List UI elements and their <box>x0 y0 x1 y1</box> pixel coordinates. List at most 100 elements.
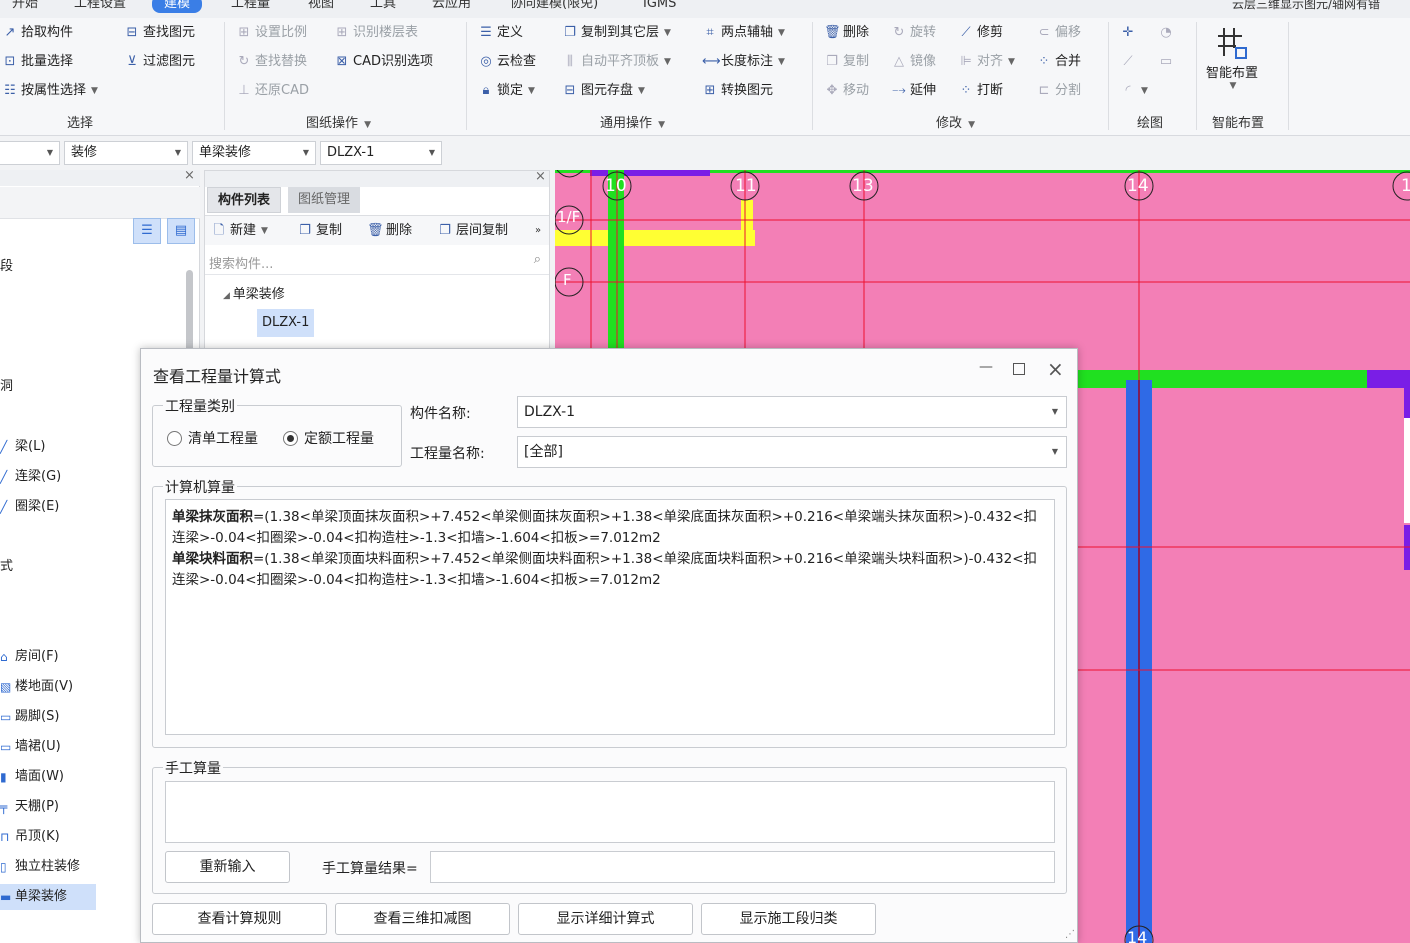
define-button[interactable]: ☰ 定义 <box>478 21 523 45</box>
new-component-button[interactable]: 🗋︎ 新建 ▼ <box>211 219 268 243</box>
select-by-attr-button[interactable]: ☷ 按属性选择 ▼ <box>2 79 98 103</box>
nav-partial-1[interactable]: 段 <box>0 254 140 280</box>
menu-project-settings[interactable]: 工程设置 <box>74 0 126 13</box>
batch-select-button[interactable]: ⊡ 批量选择 <box>2 50 73 74</box>
batch-select-icon: ⊡ <box>4 54 16 69</box>
cad-options-button[interactable]: ⊠ CAD识别选项 <box>334 50 433 74</box>
tree-node-selected[interactable]: DLZX-1 <box>257 309 315 337</box>
group-label-modify[interactable]: 修改 ▼ <box>936 112 975 131</box>
nav-item-skirting[interactable]: ▭ 踢脚(S) <box>0 704 140 730</box>
set-scale-button[interactable]: ⊞ 设置比例 <box>236 21 307 45</box>
menu-tools[interactable]: 工具 <box>370 0 396 13</box>
move-button[interactable]: ✥ 移动 <box>824 79 869 103</box>
show-detailed-formula-button[interactable]: 显示详细计算式 <box>518 903 693 935</box>
rect-draw-button[interactable]: ▭ <box>1158 50 1174 74</box>
search-box[interactable]: 搜索构件... ⌕ <box>205 249 549 275</box>
delete-button[interactable]: 🗑︎ 删除 <box>824 21 869 45</box>
arc-draw-button[interactable]: ◜ ▼ <box>1120 79 1147 103</box>
category-select[interactable]: 装修 ▼ <box>64 141 188 165</box>
merge-button[interactable]: ⁘ 合并 <box>1036 50 1081 74</box>
component-name-select[interactable]: DLZX-1 ▼ <box>517 396 1067 428</box>
more-icon[interactable]: » <box>535 225 541 236</box>
filter-element-button[interactable]: ⊻ 过滤图元 <box>124 50 195 74</box>
type-select[interactable]: 单梁装修 ▼ <box>192 141 316 165</box>
menu-modeling[interactable]: 建模 <box>152 0 203 13</box>
auto-align-slab-button[interactable]: ⫼ 自动平齐顶板 ▼ <box>562 50 671 74</box>
nav-item-suspended-ceiling[interactable]: ⊓ 吊顶(K) <box>0 824 140 850</box>
close-icon[interactable]: × <box>1047 357 1064 381</box>
align-button[interactable]: ⊫ 对齐 ▼ <box>958 50 1015 74</box>
show-construction-section-button[interactable]: 显示施工段归类 <box>701 903 876 935</box>
two-point-axis-button[interactable]: ⌗ 两点辅轴 ▼ <box>702 21 785 45</box>
detail-view-icon[interactable]: ▤ <box>167 218 195 244</box>
minimize-icon[interactable]: — <box>979 359 993 375</box>
find-element-button[interactable]: ⊟ 查找图元 <box>124 21 195 45</box>
identify-floor-table-button[interactable]: ⊞ 识别楼层表 <box>334 21 418 45</box>
manual-result-field[interactable] <box>430 851 1055 883</box>
rotate-icon: ↻ <box>893 25 905 40</box>
point-draw-button[interactable]: ✛ <box>1120 21 1136 45</box>
tab-component-list[interactable]: 构件列表 <box>207 187 282 213</box>
tab-drawing-management[interactable]: 图纸管理 <box>288 187 361 213</box>
copy-between-floors-button[interactable]: ❐ 层间复制 <box>437 219 508 243</box>
copy-to-layer-button[interactable]: ❐ 复制到其它层 ▼ <box>562 21 671 45</box>
copy-component-button[interactable]: ❐ 复制 <box>297 219 342 243</box>
menu-collab[interactable]: 协同建模(限免) <box>510 0 598 13</box>
radio-bill-qty[interactable]: 清单工程量 <box>167 428 258 448</box>
nav-item-column-finish[interactable]: ▯ 独立柱装修 <box>0 854 140 880</box>
offset-button[interactable]: ⊂ 偏移 <box>1036 21 1081 45</box>
nav-item-ceiling[interactable]: ╤ 天棚(P) <box>0 794 140 820</box>
floor-select[interactable]: ▼ <box>0 141 60 165</box>
nav-item-dado[interactable]: ▭ 墙裙(U) <box>0 734 140 760</box>
menu-cloud[interactable]: 云应用 <box>432 0 471 13</box>
trim-button[interactable]: ⟋ 修剪 <box>958 21 1003 45</box>
nav-item-ring-beam[interactable]: ╱ 圈梁(E) <box>0 494 140 520</box>
reinput-button[interactable]: 重新输入 <box>165 851 290 883</box>
circle-draw-button[interactable]: ◔ <box>1158 21 1174 45</box>
menu-quantity[interactable]: 工程量 <box>231 0 270 13</box>
nav-partial-2[interactable]: 洞 <box>0 374 140 400</box>
extend-button[interactable]: ⤍ 延伸 <box>891 79 936 103</box>
formula-text-area[interactable]: 单梁抹灰面积=(1.38<单梁顶面抹灰面积>+7.452<单梁侧面抹灰面积>+1… <box>165 499 1055 735</box>
view-calc-rules-button[interactable]: 查看计算规则 <box>152 903 327 935</box>
delete-component-button[interactable]: 🗑︎ 删除 <box>367 219 412 243</box>
length-dimension-button[interactable]: ⟷ 长度标注 ▼ <box>702 50 785 74</box>
lock-button[interactable]: 🔒︎ 锁定 ▼ <box>478 79 535 103</box>
line-draw-button[interactable]: ⟋ <box>1120 50 1136 74</box>
copy-button[interactable]: ❐ 复制 <box>824 50 869 74</box>
convert-element-button[interactable]: ⊞ 转换图元 <box>702 79 773 103</box>
list-view-icon[interactable]: ☰ <box>133 218 161 244</box>
tree-node-parent[interactable]: ◢ 单梁装修 <box>223 283 285 302</box>
radio-quota-qty[interactable]: 定额工程量 <box>283 428 374 448</box>
component-select[interactable]: DLZX-1 ▼ <box>320 141 442 165</box>
split-button[interactable]: ⊏ 分割 <box>1036 79 1081 103</box>
nav-item-single-beam-finish[interactable]: ▬ 单梁装修 <box>0 884 96 910</box>
nav-item-room[interactable]: ⌂ 房间(F) <box>0 644 140 670</box>
nav-partial-3[interactable]: 式 <box>0 554 140 580</box>
close-icon[interactable]: × <box>535 169 546 184</box>
smart-layout-button[interactable]: 智能布置 ▼ <box>1200 22 1264 102</box>
menu-view[interactable]: 视图 <box>308 0 334 13</box>
nav-item-beam[interactable]: ╱ 梁(L) <box>0 434 140 460</box>
nav-item-wall-surface[interactable]: ▮ 墙面(W) <box>0 764 140 790</box>
save-element-button[interactable]: ⊟ 图元存盘 ▼ <box>562 79 645 103</box>
rotate-button[interactable]: ↻ 旋转 <box>891 21 936 45</box>
close-icon[interactable]: × <box>184 168 195 183</box>
manual-input-area[interactable] <box>165 781 1055 843</box>
find-replace-button[interactable]: ↻ 查找替换 <box>236 50 307 74</box>
qty-name-select[interactable]: [全部] ▼ <box>517 436 1067 468</box>
break-button[interactable]: ⁘ 打断 <box>958 79 1003 103</box>
menu-start[interactable]: 开始 <box>12 0 38 13</box>
restore-cad-button[interactable]: ⊥ 还原CAD <box>236 79 309 103</box>
group-label-drawing[interactable]: 图纸操作 ▼ <box>306 112 371 131</box>
nav-item-coupling-beam[interactable]: ╱ 连梁(G) <box>0 464 140 490</box>
resize-grip-icon[interactable]: ⋰ <box>1065 929 1075 940</box>
view-3d-deduction-button[interactable]: 查看三维扣减图 <box>335 903 510 935</box>
mirror-button[interactable]: △ 镜像 <box>891 50 936 74</box>
cloud-check-button[interactable]: ◎ 云检查 <box>478 50 536 74</box>
pick-component-button[interactable]: ↗ 拾取构件 <box>2 21 73 45</box>
maximize-icon[interactable] <box>1013 363 1025 375</box>
group-label-general[interactable]: 通用操作 ▼ <box>600 112 665 131</box>
menu-igms[interactable]: IGMS <box>643 0 676 13</box>
nav-item-floor[interactable]: ▧ 楼地面(V) <box>0 674 140 700</box>
